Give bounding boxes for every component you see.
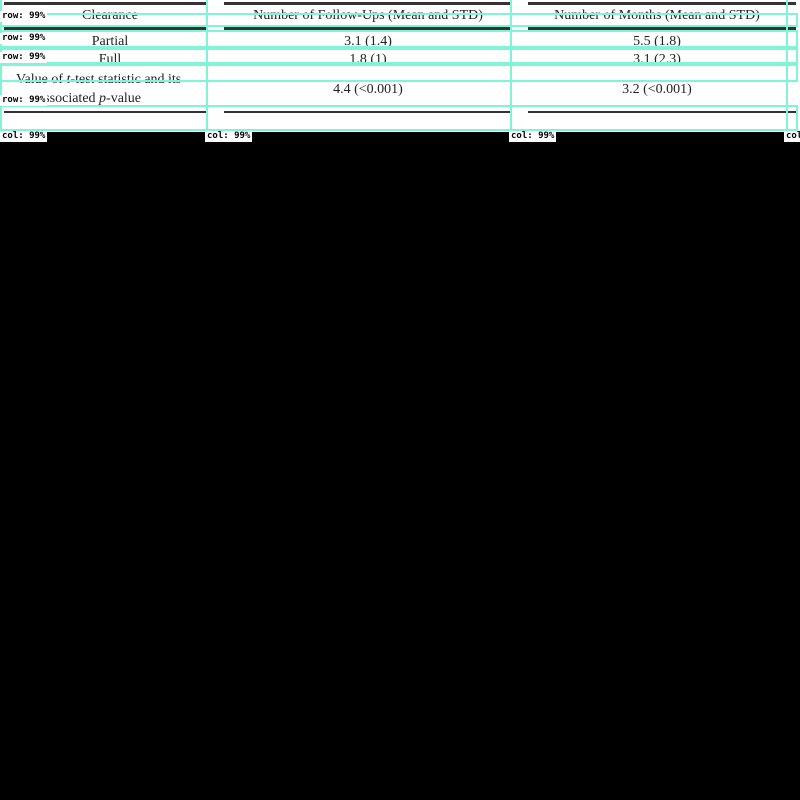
row-ttest-months: 3.2 (<0.001) bbox=[622, 82, 692, 97]
row-confidence-tag: row: 99% bbox=[0, 11, 48, 22]
detected-column-line bbox=[510, 0, 512, 132]
row-ttest-followups: 4.4 (<0.001) bbox=[333, 82, 403, 97]
detected-row-box bbox=[0, 30, 798, 48]
detected-row-box bbox=[0, 13, 798, 27]
detected-row-box bbox=[0, 62, 798, 82]
detected-row-box bbox=[0, 105, 798, 131]
column-confidence-tag: col: 99% bbox=[205, 131, 253, 142]
table-document: Clearance Number of Follow-Ups (Mean and… bbox=[0, 0, 800, 132]
row-confidence-tag: row: 99% bbox=[0, 95, 48, 106]
row-confidence-tag: row: 99% bbox=[0, 33, 48, 44]
column-confidence-tag: col: 99% bbox=[784, 131, 800, 142]
top-rule bbox=[4, 2, 796, 5]
detected-column-line bbox=[786, 0, 788, 132]
column-confidence-tag: col: 99% bbox=[509, 131, 557, 142]
detected-column-line bbox=[206, 0, 208, 132]
row-confidence-tag: row: 99% bbox=[0, 52, 48, 63]
column-confidence-tag: col: 99% bbox=[0, 131, 48, 142]
